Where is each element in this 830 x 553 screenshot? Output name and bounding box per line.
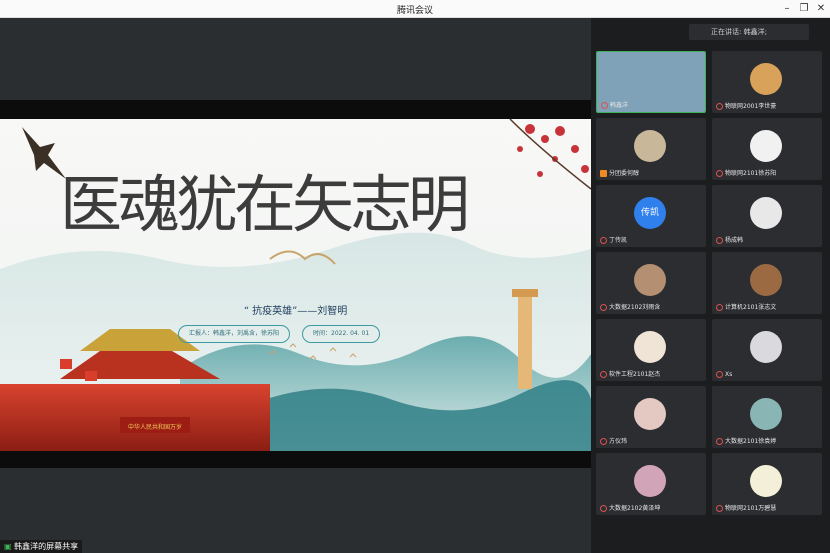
slide-subtitle: “ 抗疫英雄”——刘智明 [243,306,348,317]
participant-name-text: 物联网2001李世豪 [725,103,777,110]
participant-name: Xs [716,371,732,378]
participant-tile[interactable]: 大数据2101徐袁婷 [712,386,822,448]
participant-name-text: 计算机2101张志文 [725,304,777,311]
maximize-icon[interactable]: ❐ [797,2,811,16]
participants-panel: 正在讲话: 韩鑫洋; 韩鑫洋 物联网2001李世豪分团委何醇 物联网2101徐苏阳传… [591,18,830,553]
avatar [750,465,782,497]
avatar [634,264,666,296]
participant-name-text: 方仪玮 [609,438,628,445]
participant-tile[interactable]: 大数据2102黄泽坤 [596,453,706,515]
speaking-indicator: 正在讲话: 韩鑫洋; [689,24,809,40]
microphone-off-icon [716,103,723,110]
participant-name-text: 物联网2101徐苏阳 [725,170,777,177]
microphone-off-icon [716,304,723,311]
date-pill: 时间：2022. 04. 01 [302,325,381,343]
participant-name-text: Xs [725,371,733,378]
participant-name-text: 丁传凯 [609,237,628,244]
participant-tile[interactable]: 物联网2001李世豪 [712,51,822,113]
participant-name-text: 杨成韩 [725,237,744,244]
avatar [750,197,782,229]
participant-name: 物联网2101徐苏阳 [716,168,776,177]
slide-title: 医魂犹在矢志明 [60,168,470,241]
avatar-text: 传凯 [640,208,659,218]
share-icon: ▣ [4,542,12,551]
avatar [750,264,782,296]
avatar [750,130,782,162]
close-icon[interactable]: ✕ [814,2,828,16]
avatar [634,465,666,497]
window-titlebar: 腾讯会议 – ❐ ✕ [0,0,830,18]
speaking-text: 正在讲话: 韩鑫洋; [711,28,767,36]
microphone-off-icon [601,102,608,109]
participant-tile[interactable]: Xs [712,319,822,381]
microphone-off-icon [600,304,607,311]
host-badge-icon [600,170,607,177]
participant-name: 物联网2101万碧慧 [716,503,776,512]
participant-tile[interactable]: 方仪玮 [596,386,706,448]
microphone-off-icon [600,371,607,378]
screen-share-label: ▣ 韩鑫洋的屏幕共享 [0,540,83,553]
participant-tile[interactable]: 大数据2102刘雨含 [596,252,706,314]
participant-name: 大数据2102刘雨含 [600,302,660,311]
participant-tile[interactable]: 物联网2101万碧慧 [712,453,822,515]
letterbox-bottom [0,451,591,468]
microphone-off-icon [600,237,607,244]
participant-name-text: 软件工程2101赵杰 [609,371,661,378]
participant-name-text: 韩鑫洋 [610,102,629,109]
microphone-off-icon [600,438,607,445]
participant-name: 方仪玮 [600,436,627,445]
participant-tile[interactable]: 计算机2101张志文 [712,252,822,314]
participant-name-text: 大数据2101徐袁婷 [725,438,777,445]
avatar [750,331,782,363]
microphone-off-icon [716,438,723,445]
share-text: 韩鑫洋的屏幕共享 [14,542,79,551]
participant-tile[interactable]: 软件工程2101赵杰 [596,319,706,381]
avatar: 传凯 [634,197,666,229]
microphone-off-icon [716,237,723,244]
avatar [750,63,782,95]
participant-name: 计算机2101张志文 [716,302,776,311]
participant-name: 韩鑫洋 [601,100,628,109]
microphone-off-icon [600,505,607,512]
avatar [634,331,666,363]
participant-name-text: 大数据2102刘雨含 [609,304,661,311]
participant-name: 大数据2101徐袁婷 [716,436,776,445]
participant-tile[interactable]: 物联网2101徐苏阳 [712,118,822,180]
avatar [634,130,666,162]
participant-tile[interactable]: 分团委何醇 [596,118,706,180]
participant-name: 物联网2001李世豪 [716,101,776,110]
participant-tile[interactable]: 韩鑫洋 [596,51,706,113]
participant-tile[interactable]: 传凯丁传凯 [596,185,706,247]
minimize-icon[interactable]: – [780,2,794,16]
presenters-pill: 汇报人：韩鑫洋，刘禹含，徐苏阳 [178,325,291,343]
presentation-slide: 中华人民共和国万岁 医魂犹在矢志明 “ 抗疫英雄”——刘智明 汇报人：韩鑫洋，刘… [0,119,591,451]
microphone-off-icon [716,505,723,512]
participant-name-text: 大数据2102黄泽坤 [609,505,661,512]
participant-name-text: 分团委何醇 [609,170,640,177]
participant-name: 大数据2102黄泽坤 [600,503,660,512]
participant-name-text: 物联网2101万碧慧 [725,505,777,512]
window-title: 腾讯会议 [396,6,433,16]
participant-name: 软件工程2101赵杰 [600,369,660,378]
letterbox-top [0,100,591,119]
avatar [750,398,782,430]
participant-name: 分团委何醇 [600,168,639,177]
avatar [634,398,666,430]
microphone-off-icon [716,170,723,177]
participant-tile[interactable]: 杨成韩 [712,185,822,247]
participant-name: 丁传凯 [600,235,627,244]
participant-name: 杨成韩 [716,235,743,244]
svg-text:中华人民共和国万岁: 中华人民共和国万岁 [128,423,182,431]
microphone-off-icon [716,371,723,378]
